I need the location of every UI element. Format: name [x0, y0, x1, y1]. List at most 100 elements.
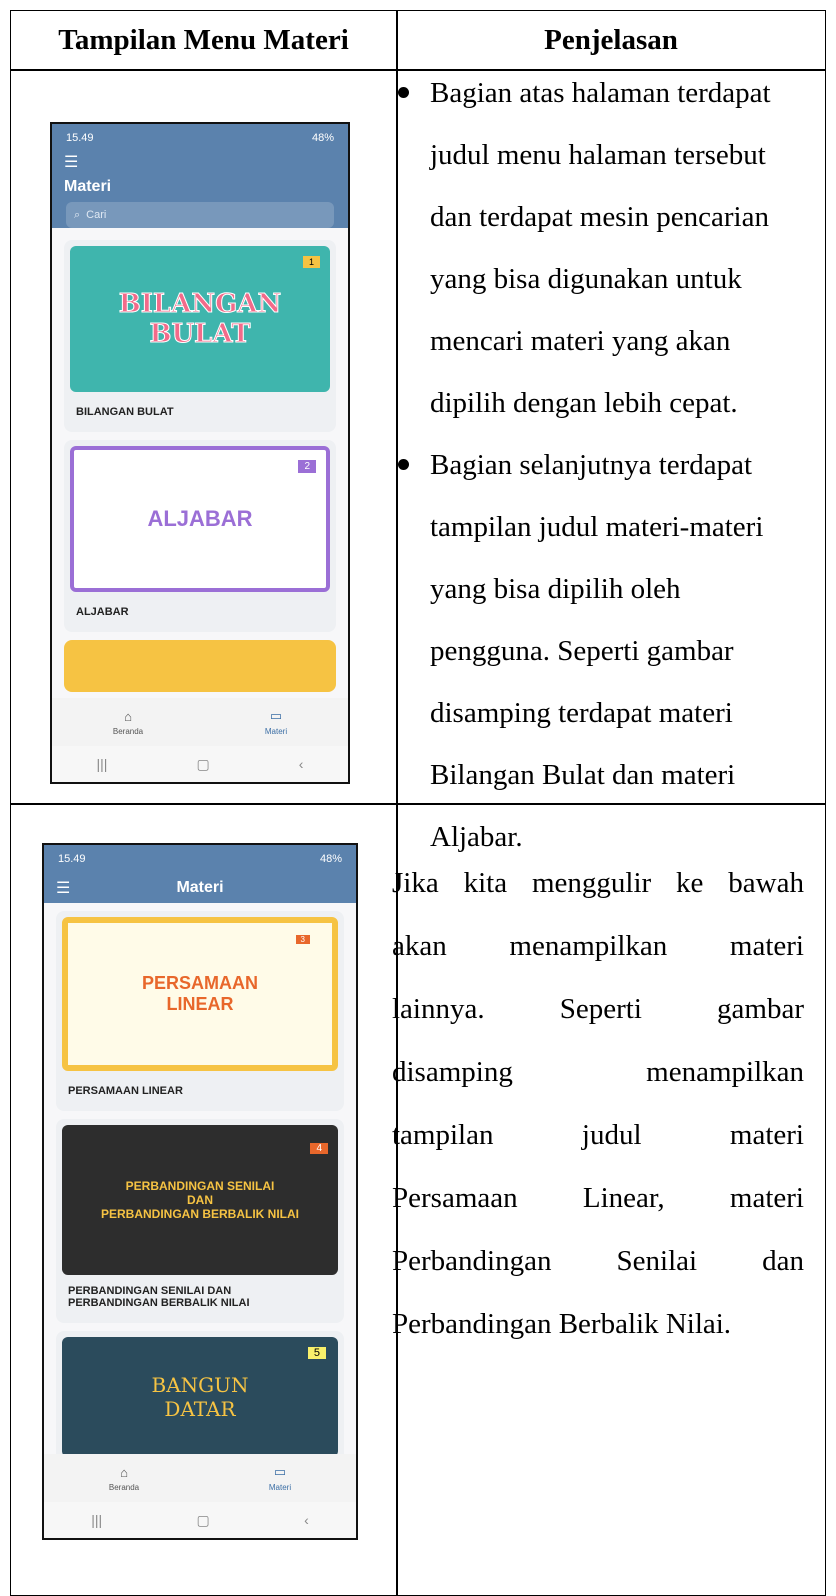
card-label: PERSAMAAN LINEAR: [68, 1085, 183, 1097]
header-right: Penjelasan: [544, 23, 678, 56]
status-battery: 48%: [319, 853, 342, 865]
banner-title: BANGUN: [151, 1373, 249, 1397]
nav-beranda[interactable]: ⌂ Beranda: [109, 1465, 139, 1492]
nav-label: Beranda: [108, 1482, 140, 1492]
nav-materi[interactable]: ▭ Materi: [269, 1464, 291, 1492]
banner-title: LINEAR: [166, 994, 234, 1014]
row1-explanation: Bagian atas halaman terdapat judul menu …: [392, 62, 802, 868]
word: Persamaan: [392, 1182, 518, 1214]
banner-title: BILANGAN BULAT: [118, 289, 282, 350]
menu-icon[interactable]: ☰: [44, 878, 70, 898]
line: tampilan judul materi-materi: [430, 511, 764, 543]
card-label-line: PERBANDINGAN SENILAI DAN: [68, 1285, 232, 1297]
line: mencari materi yang akan: [430, 325, 731, 357]
word: materi: [729, 930, 804, 962]
line: dan terdapat mesin pencarian: [430, 201, 769, 233]
banner-bangun-datar: BANGUN DATAR 5: [62, 1337, 338, 1457]
word: menggulir: [531, 867, 652, 899]
title-row: ☰ Materi: [44, 873, 356, 903]
word: dan: [762, 1245, 804, 1277]
status-bar: 15.49 48%: [44, 845, 356, 873]
card-label: BILANGAN BULAT: [76, 406, 174, 418]
card-aljabar[interactable]: ALJABAR 2 ALJABAR: [64, 440, 336, 632]
status-battery: 48%: [311, 132, 334, 144]
banner-title: DATAR: [164, 1397, 236, 1421]
number-badge: 5: [307, 1347, 326, 1359]
word: Perbandingan: [392, 1245, 552, 1277]
word: Seperti: [559, 993, 642, 1025]
book-icon: ▭: [269, 708, 283, 723]
bottom-nav: ⌂ Beranda ▭ Materi: [52, 698, 348, 746]
word: lainnya.: [392, 993, 485, 1025]
recents-icon[interactable]: |||: [91, 1512, 102, 1528]
line: lainnya. Seperti gambar: [392, 978, 804, 1041]
word: menampilkan: [509, 930, 668, 962]
bullet-item: Bagian atas halaman terdapat judul menu …: [392, 62, 802, 434]
nav-label: Materi: [268, 1483, 292, 1492]
word: tampilan: [392, 1119, 494, 1151]
number-badge: 3: [295, 935, 310, 944]
word: disamping: [392, 1056, 513, 1088]
line: Bagian atas halaman terdapat: [430, 77, 771, 109]
line: Bilangan Bulat dan materi: [430, 759, 736, 791]
banner-perbandingan: PERBANDINGAN SENILAI DAN PERBANDINGAN BE…: [62, 1125, 338, 1275]
home-button-icon[interactable]: ▢: [197, 1512, 210, 1529]
word: bawah: [728, 867, 804, 899]
back-icon[interactable]: ‹: [304, 1512, 309, 1528]
number-badge: 2: [298, 460, 316, 473]
card-label: ALJABAR: [76, 606, 129, 618]
line: Persamaan Linear, materi: [392, 1167, 804, 1230]
status-time: 15.49: [58, 853, 86, 865]
word: Jika: [392, 867, 439, 899]
word: judul: [581, 1119, 642, 1151]
search-placeholder: Cari: [86, 209, 107, 221]
word: menampilkan: [646, 1056, 804, 1088]
search-input[interactable]: ⌕ Cari: [66, 202, 334, 228]
nav-materi[interactable]: ▭ Materi: [265, 708, 287, 736]
banner-aljabar: ALJABAR 2: [70, 446, 330, 592]
app-header: 15.49 48% ☰ Materi: [44, 845, 356, 903]
card-bangun-datar[interactable]: BANGUN DATAR 5: [56, 1331, 344, 1463]
number-badge: 4: [310, 1143, 328, 1154]
menu-icon[interactable]: ☰: [52, 152, 348, 172]
home-icon: ⌂: [124, 708, 132, 724]
card-perbandingan[interactable]: PERBANDINGAN SENILAI DAN PERBANDINGAN BE…: [56, 1119, 344, 1323]
number-badge: 1: [302, 256, 320, 268]
line: yang bisa dipilih oleh: [430, 573, 681, 605]
bottom-nav: ⌂ Beranda ▭ Materi: [44, 1454, 356, 1502]
line: pengguna. Seperti gambar: [430, 635, 734, 667]
app-header: 15.49 48% ☰ Materi ⌕ Cari: [52, 124, 348, 228]
page-title: Materi: [176, 879, 224, 896]
word: materi: [729, 1119, 804, 1151]
home-button-icon[interactable]: ▢: [196, 756, 209, 773]
card-bilangan-bulat[interactable]: BILANGAN BULAT 1 BILANGAN BULAT: [64, 240, 336, 432]
word: akan: [392, 930, 447, 962]
line: Jika kita menggulir ke bawah: [392, 852, 804, 915]
nav-label: Beranda: [112, 726, 144, 736]
banner-title: DAN: [187, 1193, 213, 1207]
banner-title: PERSAMAAN: [141, 973, 258, 993]
card-persamaan-linear[interactable]: PERSAMAAN LINEAR 3 PERSAMAAN LINEAR: [56, 911, 344, 1111]
line: Perbandingan Senilai dan: [392, 1230, 804, 1293]
phone-screenshot-1: 15.49 48% ☰ Materi ⌕ Cari BILANGAN BULAT…: [50, 122, 350, 784]
card-label-line: PERBANDINGAN BERBALIK NILAI: [68, 1297, 250, 1309]
line: Bagian selanjutnya terdapat: [430, 449, 753, 481]
system-nav: ||| ▢ ‹: [44, 1502, 356, 1538]
home-icon: ⌂: [120, 1464, 128, 1480]
word: gambar: [717, 993, 804, 1025]
word: kita: [463, 867, 508, 899]
line: disamping terdapat materi: [430, 697, 733, 729]
nav-label: Materi: [264, 727, 288, 736]
recents-icon[interactable]: |||: [97, 756, 108, 772]
card-label: PERBANDINGAN SENILAI DAN PERBANDINGAN BE…: [62, 1275, 338, 1317]
phone-screenshot-2: 15.49 48% ☰ Materi PERSAMAAN LINEAR 3 PE…: [42, 843, 358, 1540]
banner-title: PERBANDINGAN BERBALIK NILAI: [101, 1207, 299, 1221]
nav-beranda[interactable]: ⌂ Beranda: [113, 709, 143, 736]
back-icon[interactable]: ‹: [299, 756, 304, 772]
book-icon: ▭: [273, 1464, 287, 1479]
line: tampilan judul materi: [392, 1104, 804, 1167]
line: akan menampilkan materi: [392, 915, 804, 978]
bullet-dot: [398, 87, 409, 98]
search-icon: ⌕: [74, 208, 81, 221]
header-left: Tampilan Menu Materi: [58, 23, 349, 56]
